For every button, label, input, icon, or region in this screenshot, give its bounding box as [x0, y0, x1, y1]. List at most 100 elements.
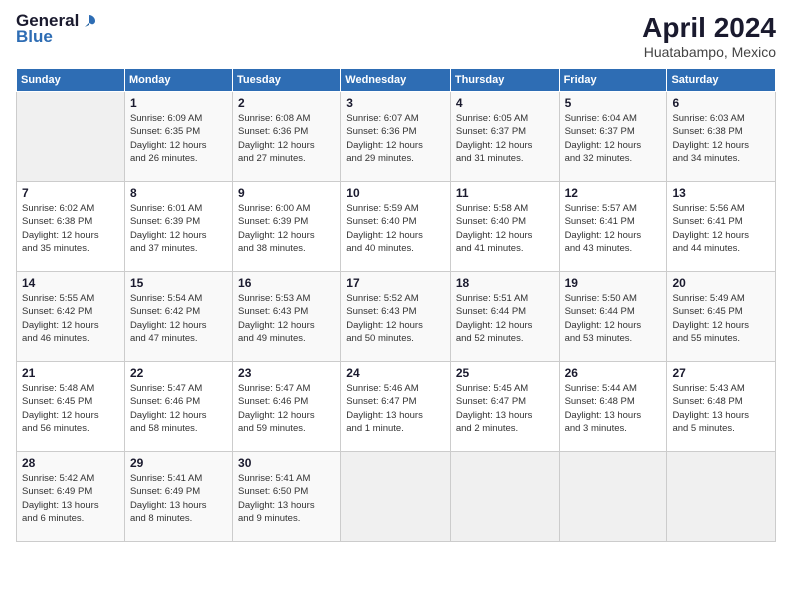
calendar-cell-w3-d1: 22 Sunrise: 5:47 AM Sunset: 6:46 PM Dayli… [124, 362, 232, 452]
calendar-header: SundayMondayTuesdayWednesdayThursdayFrid… [17, 69, 776, 92]
calendar-cell-w1-d3: 10Sunrise: 5:59 AM Sunset: 6:40 PM Dayli… [341, 182, 451, 272]
calendar-cell-w0-d4: 4Sunrise: 6:05 AM Sunset: 6:37 PM Daylig… [450, 92, 559, 182]
calendar-cell-w3-d4: 25Sunrise: 5:45 AM Sunset: 6:47 PM Dayli… [450, 362, 559, 452]
header-row: SundayMondayTuesdayWednesdayThursdayFrid… [17, 69, 776, 92]
calendar-cell-w1-d5: 12 Sunrise: 5:57 AM Sunset: 6:41 PM Dayli… [559, 182, 667, 272]
day-info: Sunrise: 5:54 AM Sunset: 6:42 PM Dayligh… [130, 292, 227, 345]
day-number: 21 [22, 366, 119, 380]
calendar-header-saturday: Saturday [667, 69, 776, 92]
day-info: Sunrise: 5:50 AM Sunset: 6:44 PM Dayligh… [565, 292, 662, 345]
day-number: 5 [565, 96, 662, 110]
day-number: 15 [130, 276, 227, 290]
calendar-header-monday: Monday [124, 69, 232, 92]
day-number: 9 [238, 186, 335, 200]
calendar-cell-w0-d3: 3Sunrise: 6:07 AM Sunset: 6:36 PM Daylig… [341, 92, 451, 182]
day-number: 29 [130, 456, 227, 470]
page-subtitle: Huatabampo, Mexico [642, 44, 776, 60]
calendar-cell-w3-d3: 24 Sunrise: 5:46 AM Sunset: 6:47 PM Dayli… [341, 362, 451, 452]
day-info: Sunrise: 6:08 AM Sunset: 6:36 PM Dayligh… [238, 112, 335, 165]
calendar-cell-w0-d5: 5Sunrise: 6:04 AM Sunset: 6:37 PM Daylig… [559, 92, 667, 182]
day-info: Sunrise: 5:46 AM Sunset: 6:47 PM Dayligh… [346, 382, 445, 435]
day-number: 27 [672, 366, 770, 380]
day-number: 13 [672, 186, 770, 200]
day-info: Sunrise: 5:41 AM Sunset: 6:50 PM Dayligh… [238, 472, 335, 525]
calendar-cell-w2-d1: 15 Sunrise: 5:54 AM Sunset: 6:42 PM Dayli… [124, 272, 232, 362]
day-info: Sunrise: 5:44 AM Sunset: 6:48 PM Dayligh… [565, 382, 662, 435]
calendar-cell-w1-d0: 7Sunrise: 6:02 AM Sunset: 6:38 PM Daylig… [17, 182, 125, 272]
day-info: Sunrise: 6:03 AM Sunset: 6:38 PM Dayligh… [672, 112, 770, 165]
calendar-cell-w3-d0: 21Sunrise: 5:48 AM Sunset: 6:45 PM Dayli… [17, 362, 125, 452]
day-info: Sunrise: 5:52 AM Sunset: 6:43 PM Dayligh… [346, 292, 445, 345]
calendar-cell-w2-d0: 14Sunrise: 5:55 AM Sunset: 6:42 PM Dayli… [17, 272, 125, 362]
day-number: 10 [346, 186, 445, 200]
day-number: 22 [130, 366, 227, 380]
day-info: Sunrise: 5:56 AM Sunset: 6:41 PM Dayligh… [672, 202, 770, 255]
calendar-header-friday: Friday [559, 69, 667, 92]
day-number: 16 [238, 276, 335, 290]
calendar-cell-w4-d2: 30 Sunrise: 5:41 AM Sunset: 6:50 PM Dayli… [233, 452, 341, 542]
calendar-cell-w2-d2: 16 Sunrise: 5:53 AM Sunset: 6:43 PM Dayli… [233, 272, 341, 362]
day-number: 19 [565, 276, 662, 290]
title-block: April 2024 Huatabampo, Mexico [642, 12, 776, 60]
day-number: 2 [238, 96, 335, 110]
day-info: Sunrise: 5:57 AM Sunset: 6:41 PM Dayligh… [565, 202, 662, 255]
calendar-cell-w0-d2: 2 Sunrise: 6:08 AM Sunset: 6:36 PM Daylig… [233, 92, 341, 182]
day-info: Sunrise: 5:41 AM Sunset: 6:49 PM Dayligh… [130, 472, 227, 525]
calendar-cell-w1-d2: 9 Sunrise: 6:00 AM Sunset: 6:39 PM Daylig… [233, 182, 341, 272]
day-info: Sunrise: 6:01 AM Sunset: 6:39 PM Dayligh… [130, 202, 227, 255]
calendar-header-sunday: Sunday [17, 69, 125, 92]
calendar-cell-w3-d5: 26 Sunrise: 5:44 AM Sunset: 6:48 PM Dayli… [559, 362, 667, 452]
day-number: 23 [238, 366, 335, 380]
day-number: 11 [456, 186, 554, 200]
calendar-week-4: 28 Sunrise: 5:42 AM Sunset: 6:49 PM Dayli… [17, 452, 776, 542]
day-info: Sunrise: 5:43 AM Sunset: 6:48 PM Dayligh… [672, 382, 770, 435]
calendar-cell-w2-d6: 20 Sunrise: 5:49 AM Sunset: 6:45 PM Dayli… [667, 272, 776, 362]
day-number: 1 [130, 96, 227, 110]
day-number: 24 [346, 366, 445, 380]
day-number: 26 [565, 366, 662, 380]
day-number: 30 [238, 456, 335, 470]
day-number: 18 [456, 276, 554, 290]
calendar-table: SundayMondayTuesdayWednesdayThursdayFrid… [16, 68, 776, 542]
day-info: Sunrise: 5:55 AM Sunset: 6:42 PM Dayligh… [22, 292, 119, 345]
day-number: 12 [565, 186, 662, 200]
calendar-body: 1 Sunrise: 6:09 AM Sunset: 6:35 PM Daylig… [17, 92, 776, 542]
day-info: Sunrise: 5:49 AM Sunset: 6:45 PM Dayligh… [672, 292, 770, 345]
day-number: 17 [346, 276, 445, 290]
calendar-header-wednesday: Wednesday [341, 69, 451, 92]
calendar-cell-w2-d3: 17 Sunrise: 5:52 AM Sunset: 6:43 PM Dayli… [341, 272, 451, 362]
calendar-cell-w0-d0 [17, 92, 125, 182]
day-number: 3 [346, 96, 445, 110]
day-info: Sunrise: 5:51 AM Sunset: 6:44 PM Dayligh… [456, 292, 554, 345]
day-info: Sunrise: 5:53 AM Sunset: 6:43 PM Dayligh… [238, 292, 335, 345]
calendar-header-tuesday: Tuesday [233, 69, 341, 92]
header: General Blue April 2024 Huatabampo, Mexi… [16, 12, 776, 60]
day-info: Sunrise: 5:45 AM Sunset: 6:47 PM Dayligh… [456, 382, 554, 435]
calendar-week-0: 1 Sunrise: 6:09 AM Sunset: 6:35 PM Daylig… [17, 92, 776, 182]
calendar-cell-w3-d6: 27 Sunrise: 5:43 AM Sunset: 6:48 PM Dayli… [667, 362, 776, 452]
day-number: 20 [672, 276, 770, 290]
page: General Blue April 2024 Huatabampo, Mexi… [0, 0, 792, 612]
day-info: Sunrise: 5:47 AM Sunset: 6:46 PM Dayligh… [130, 382, 227, 435]
day-number: 8 [130, 186, 227, 200]
day-info: Sunrise: 5:47 AM Sunset: 6:46 PM Dayligh… [238, 382, 335, 435]
calendar-cell-w3-d2: 23 Sunrise: 5:47 AM Sunset: 6:46 PM Dayli… [233, 362, 341, 452]
day-info: Sunrise: 6:09 AM Sunset: 6:35 PM Dayligh… [130, 112, 227, 165]
day-info: Sunrise: 5:42 AM Sunset: 6:49 PM Dayligh… [22, 472, 119, 525]
calendar-cell-w2-d4: 18 Sunrise: 5:51 AM Sunset: 6:44 PM Dayli… [450, 272, 559, 362]
calendar-cell-w4-d0: 28 Sunrise: 5:42 AM Sunset: 6:49 PM Dayli… [17, 452, 125, 542]
calendar-cell-w0-d1: 1 Sunrise: 6:09 AM Sunset: 6:35 PM Daylig… [124, 92, 232, 182]
page-title: April 2024 [642, 12, 776, 44]
calendar-cell-w0-d6: 6 Sunrise: 6:03 AM Sunset: 6:38 PM Daylig… [667, 92, 776, 182]
calendar-cell-w4-d4 [450, 452, 559, 542]
calendar-week-1: 7Sunrise: 6:02 AM Sunset: 6:38 PM Daylig… [17, 182, 776, 272]
calendar-week-2: 14Sunrise: 5:55 AM Sunset: 6:42 PM Dayli… [17, 272, 776, 362]
day-number: 28 [22, 456, 119, 470]
calendar-week-3: 21Sunrise: 5:48 AM Sunset: 6:45 PM Dayli… [17, 362, 776, 452]
calendar-header-thursday: Thursday [450, 69, 559, 92]
logo: General Blue [16, 12, 97, 46]
day-info: Sunrise: 6:00 AM Sunset: 6:39 PM Dayligh… [238, 202, 335, 255]
day-number: 6 [672, 96, 770, 110]
calendar-cell-w2-d5: 19 Sunrise: 5:50 AM Sunset: 6:44 PM Dayli… [559, 272, 667, 362]
calendar-cell-w4-d6 [667, 452, 776, 542]
